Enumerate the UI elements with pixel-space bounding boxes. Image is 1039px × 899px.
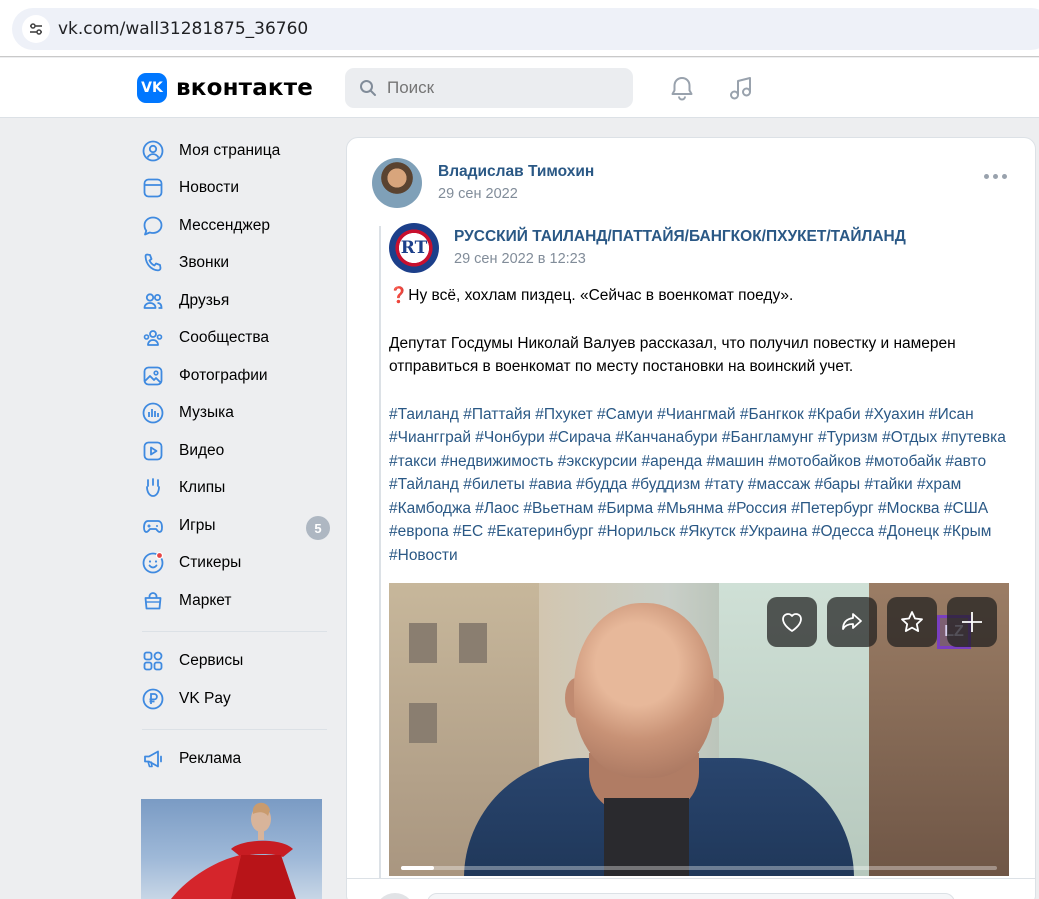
sidebar-item-label: Клипы	[179, 479, 226, 497]
comment-input[interactable]	[427, 893, 955, 899]
search-box[interactable]	[345, 68, 633, 108]
sidebar-item-vkpay[interactable]: VK Pay	[137, 680, 332, 718]
music-icon	[142, 402, 164, 424]
url-text[interactable]: vk.com/wall31281875_36760	[58, 19, 308, 39]
sidebar-item-games[interactable]: Игры 5	[137, 507, 332, 545]
sidebar-item-label: Мессенджер	[179, 216, 271, 234]
sidebar-item-label: Игры	[179, 516, 216, 534]
sidebar-item-label: Сервисы	[179, 652, 244, 670]
video-progress-bar[interactable]	[401, 866, 997, 870]
gamepad-icon	[142, 515, 164, 537]
post-text: ❓Ну всё, хохлам пиздец. «Сейчас в военко…	[389, 284, 1019, 591]
message-icon	[142, 215, 164, 237]
group-avatar[interactable]: RT	[389, 223, 439, 273]
sidebar-item-my-page[interactable]: Моя страница	[137, 132, 332, 170]
repost-date[interactable]: 29 сен 2022 в 12:23	[454, 251, 586, 267]
comment-row	[347, 878, 1035, 899]
search-input[interactable]	[387, 78, 607, 98]
more-options-icon[interactable]	[984, 174, 1007, 179]
vk-header: VK вконтакте	[0, 58, 1039, 118]
group-avatar-text: RT	[400, 238, 428, 258]
vk-logo[interactable]: VK вконтакте	[137, 73, 313, 103]
video-person-head	[574, 603, 714, 778]
sidebar-item-friends[interactable]: Друзья	[137, 282, 332, 320]
sidebar-divider	[142, 728, 327, 730]
sidebar-item-photos[interactable]: Фотографии	[137, 357, 332, 395]
friends-icon	[142, 290, 164, 312]
repost-indicator-line	[379, 226, 381, 899]
phone-icon	[142, 252, 164, 274]
video-icon	[142, 440, 164, 462]
video-person-shirt	[604, 798, 689, 876]
sidebar-ad-banner[interactable]	[141, 799, 322, 899]
sidebar-item-messenger[interactable]: Мессенджер	[137, 207, 332, 245]
sidebar-item-news[interactable]: Новости	[137, 170, 332, 208]
sidebar-item-label: Новости	[179, 179, 240, 197]
sticker-icon	[142, 552, 164, 574]
video-progress-fill	[401, 866, 434, 870]
user-circle-icon	[142, 140, 164, 162]
sidebar-item-label: Стикеры	[179, 554, 242, 572]
sidebar-item-label: Друзья	[179, 291, 230, 309]
vkpay-icon	[142, 688, 164, 710]
author-avatar[interactable]	[372, 158, 422, 208]
browser-address-bar: vk.com/wall31281875_36760	[0, 0, 1039, 57]
sidebar-item-stickers[interactable]: Стикеры	[137, 545, 332, 583]
post-text-paragraph: Депутат Госдумы Николай Валуев рассказал…	[389, 334, 956, 376]
games-count-badge: 5	[306, 516, 330, 540]
market-bag-icon	[142, 590, 164, 612]
sidebar-item-market[interactable]: Маркет	[137, 582, 332, 620]
sidebar-item-label: Реклама	[179, 750, 242, 768]
sidebar-item-label: Сообщества	[179, 329, 270, 347]
sidebar-item-music[interactable]: Музыка	[137, 395, 332, 433]
repost-group-name[interactable]: РУССКИЙ ТАИЛАНД/ПАТТАЙЯ/БАНГКОК/ПХУКЕТ/Т…	[454, 228, 906, 246]
post-text-line: ❓Ну всё, хохлам пиздец. «Сейчас в военко…	[389, 287, 794, 304]
search-icon	[360, 80, 376, 96]
sidebar-item-label: Видео	[179, 441, 225, 459]
star-icon[interactable]	[887, 597, 937, 647]
left-sidebar: Моя страница Новости Мессенджер Звонки Д…	[137, 132, 332, 778]
vk-logo-text: вконтакте	[176, 75, 314, 101]
clips-icon	[142, 477, 164, 499]
plus-icon[interactable]	[947, 597, 997, 647]
sidebar-item-label: Моя страница	[179, 141, 281, 159]
news-icon	[142, 177, 164, 199]
sidebar-item-services[interactable]: Сервисы	[137, 643, 332, 681]
heart-icon[interactable]	[767, 597, 817, 647]
post-hashtags[interactable]: #Таиланд #Паттайя #Пхукет #Самуи #Чиангм…	[389, 403, 1019, 568]
services-grid-icon	[142, 650, 164, 672]
sidebar-divider	[142, 630, 327, 632]
communities-icon	[142, 327, 164, 349]
post-author-name[interactable]: Владислав Тимохин	[438, 163, 594, 181]
sidebar-item-ads[interactable]: Реклама	[137, 741, 332, 779]
vk-logo-mark: VK	[137, 73, 167, 103]
sidebar-item-label: Звонки	[179, 254, 230, 272]
post-date[interactable]: 29 сен 2022	[438, 186, 518, 202]
sidebar-item-calls[interactable]: Звонки	[137, 245, 332, 283]
sidebar-item-label: Музыка	[179, 404, 234, 422]
video-window	[409, 623, 437, 663]
music-note-icon[interactable]	[727, 74, 755, 102]
ad-image	[171, 802, 296, 899]
bell-icon[interactable]	[668, 74, 696, 102]
sidebar-item-label: Маркет	[179, 591, 232, 609]
photo-icon	[142, 365, 164, 387]
video-window	[409, 703, 437, 743]
megaphone-icon	[142, 748, 164, 770]
video-player[interactable]: LZ	[389, 583, 1009, 876]
share-icon[interactable]	[827, 597, 877, 647]
commenter-avatar	[375, 893, 415, 899]
sidebar-item-label: Фотографии	[179, 366, 268, 384]
video-window	[459, 623, 487, 663]
tune-icon[interactable]	[22, 15, 50, 43]
post-card: Владислав Тимохин 29 сен 2022 RT РУССКИЙ…	[346, 137, 1036, 899]
sidebar-item-communities[interactable]: Сообщества	[137, 320, 332, 358]
sidebar-item-label: VK Pay	[179, 689, 231, 707]
url-field[interactable]: vk.com/wall31281875_36760	[12, 8, 1039, 50]
sidebar-item-video[interactable]: Видео	[137, 432, 332, 470]
sidebar-item-clips[interactable]: Клипы	[137, 470, 332, 508]
